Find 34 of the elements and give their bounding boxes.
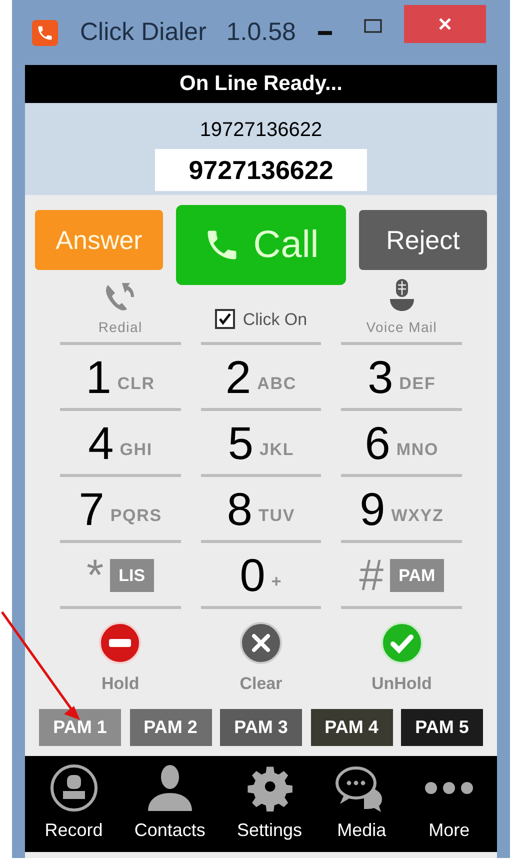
caller-number: 19727136622	[200, 118, 322, 143]
nav-item[interactable]: Settings	[236, 763, 302, 844]
stop-icon	[98, 621, 142, 665]
pam-button[interactable]: PAM 4	[310, 708, 392, 746]
version-label: 1.0.58	[226, 16, 296, 48]
pam-button[interactable]: PAM 2	[130, 708, 212, 746]
window-title: Click Dialer	[80, 16, 206, 48]
status-bar: On Line Ready...	[25, 65, 497, 103]
close-icon	[438, 16, 452, 30]
dial-key[interactable]: 1 CLR	[86, 354, 155, 400]
nav-item[interactable]: Media	[334, 763, 390, 844]
close-icon	[238, 621, 283, 665]
dial-key[interactable]: 8 TUV	[226, 486, 296, 532]
checkmark-icon	[218, 312, 232, 326]
reject-button[interactable]: Reject	[359, 210, 487, 270]
dial-key[interactable]: 7 PQRS	[78, 486, 162, 532]
dial-field[interactable]: 9727136622	[155, 149, 367, 191]
dial-key[interactable]: 2 ABC	[226, 354, 296, 400]
maximize-icon[interactable]	[364, 18, 382, 32]
click-on-checkbox[interactable]: Click On	[214, 306, 308, 332]
minimize-icon[interactable]	[318, 30, 332, 34]
nav-item[interactable]: Record	[44, 763, 103, 844]
phone-icon	[36, 24, 54, 42]
dial-key[interactable]: 4 GHI	[88, 420, 153, 466]
dial-key[interactable]: 3 DEF	[368, 354, 436, 400]
dial-key[interactable]: 6 MNO	[364, 420, 439, 466]
nav-item[interactable]: Contacts	[134, 763, 206, 844]
dial-key[interactable]: 5 JKL	[228, 420, 294, 466]
dial-key[interactable]: 9 WXYZ	[360, 486, 444, 532]
checkmark-icon	[380, 621, 424, 665]
pam-button[interactable]: PAM 3	[220, 708, 302, 746]
pam-button[interactable]: PAM 5	[401, 708, 483, 746]
dial-key[interactable]: 0+	[240, 552, 282, 598]
nav-item[interactable]: More	[421, 763, 478, 844]
